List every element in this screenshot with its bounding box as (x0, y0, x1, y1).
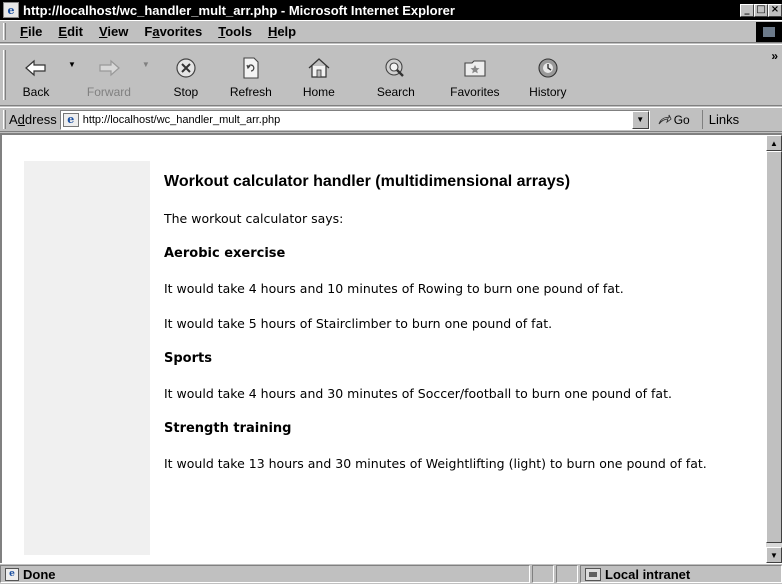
section-title-strength: Strength training (164, 421, 292, 436)
forward-label: Forward (86, 85, 131, 99)
page-viewport: Workout calculator handler (multidimensi… (0, 133, 782, 563)
status-cell-security (556, 565, 578, 583)
title-bar: e http://localhost/wc_handler_mult_arr.p… (0, 0, 782, 20)
history-icon (536, 53, 560, 83)
go-arrow-icon (658, 114, 672, 124)
scroll-down-arrow-icon[interactable]: ▼ (766, 547, 782, 563)
menu-favorites[interactable]: Favorites (136, 24, 210, 39)
forward-button[interactable]: Forward (82, 47, 136, 103)
favorites-folder-icon (463, 53, 487, 83)
intro-text: The workout calculator says: (164, 211, 344, 226)
history-label: History (529, 85, 567, 99)
stop-button[interactable]: Stop (156, 47, 216, 103)
throbber-flag-icon (763, 27, 775, 37)
refresh-button[interactable]: Refresh (216, 47, 286, 103)
menu-view[interactable]: View (91, 24, 136, 39)
page-icon: e (62, 112, 79, 127)
favorites-label: Favorites (450, 85, 500, 99)
address-url[interactable]: http://localhost/wc_handler_mult_arr.php (83, 114, 281, 126)
page-left-column (24, 161, 150, 555)
menu-help[interactable]: Help (260, 24, 304, 39)
refresh-icon (241, 53, 261, 83)
security-zone-label: Local intranet (605, 566, 691, 582)
result-line: It would take 5 hours of Stairclimber to… (164, 316, 553, 331)
standard-toolbar: Back ▼ Forward ▼ Stop Refresh Home Searc… (0, 44, 782, 106)
address-input[interactable]: e http://localhost/wc_handler_mult_arr.p… (59, 109, 650, 130)
minimize-button[interactable]: _ (740, 3, 754, 17)
stop-label: Stop (173, 85, 199, 99)
menu-bar: File Edit View Favorites Tools Help (0, 20, 782, 43)
stop-icon (175, 53, 197, 83)
links-toolbar[interactable]: Links (701, 110, 739, 129)
windows-logo-throbber (756, 22, 782, 42)
security-zone-panel: Local intranet (580, 565, 782, 583)
address-bar: Address e http://localhost/wc_handler_mu… (0, 107, 782, 132)
address-bar-grip[interactable] (3, 110, 6, 129)
section-title-aerobic: Aerobic exercise (164, 246, 286, 261)
page-content: Workout calculator handler (multidimensi… (164, 173, 754, 491)
go-button[interactable]: Go (658, 113, 690, 127)
go-label: Go (673, 112, 690, 127)
favorites-button[interactable]: Favorites (440, 47, 510, 103)
forward-dropdown-icon[interactable]: ▼ (142, 60, 150, 91)
home-icon (307, 53, 331, 83)
back-arrow-icon (24, 53, 48, 83)
refresh-label: Refresh (229, 85, 272, 99)
result-line: It would take 4 hours and 10 minutes of … (164, 281, 624, 296)
menu-tools[interactable]: Tools (210, 24, 260, 39)
result-line: It would take 4 hours and 30 minutes of … (164, 386, 672, 401)
maximize-button[interactable]: □ (754, 3, 768, 17)
local-intranet-icon (585, 567, 601, 581)
address-label: Address (9, 112, 57, 127)
address-dropdown-icon[interactable]: ▼ (631, 110, 649, 129)
home-label: Home (302, 85, 335, 99)
result-line: It would take 13 hours and 30 minutes of… (164, 456, 707, 471)
status-cell-progress (532, 565, 554, 583)
toolbar-overflow-chevron-icon[interactable]: » (771, 49, 778, 63)
page-done-icon: e (5, 567, 19, 581)
status-text: Done (23, 566, 56, 582)
search-button[interactable]: Search (352, 47, 440, 103)
back-dropdown-icon[interactable]: ▼ (68, 60, 76, 91)
back-button[interactable]: Back (10, 47, 62, 103)
history-button[interactable]: History (510, 47, 586, 103)
menu-file[interactable]: File (12, 24, 50, 39)
ie-window-icon[interactable]: e (3, 2, 19, 18)
vertical-scrollbar[interactable]: ▲ ▼ (766, 135, 782, 563)
status-bar: e Done Local intranet (0, 563, 782, 584)
page-heading: Workout calculator handler (multidimensi… (164, 173, 571, 190)
window-title: http://localhost/wc_handler_mult_arr.php… (23, 2, 455, 18)
search-label: Search (376, 85, 415, 99)
back-label: Back (22, 85, 50, 99)
menu-edit[interactable]: Edit (50, 24, 91, 39)
close-button[interactable]: × (768, 3, 782, 17)
scrollbar-thumb[interactable] (766, 151, 782, 543)
section-title-sports: Sports (164, 351, 212, 366)
home-button[interactable]: Home (286, 47, 352, 103)
search-globe-icon (384, 53, 408, 83)
scroll-up-arrow-icon[interactable]: ▲ (766, 135, 782, 151)
window-controls: _ □ × (740, 3, 782, 17)
status-text-panel: e Done (0, 565, 530, 583)
toolbar-grip[interactable] (3, 50, 6, 100)
forward-arrow-icon (97, 53, 121, 83)
menu-bar-grip[interactable] (3, 23, 6, 40)
